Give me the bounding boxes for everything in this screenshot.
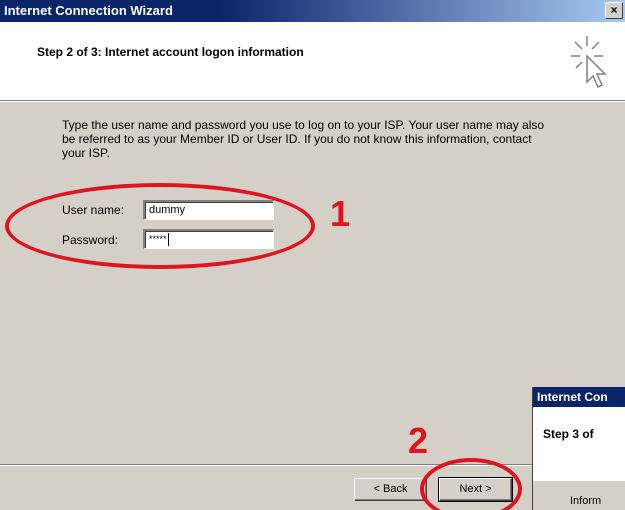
annotation-circle-fields (5, 183, 315, 269)
preview-step-title: Step 3 of (543, 427, 594, 441)
wizard-window: Internet Connection Wizard × Step 2 of 3… (0, 0, 625, 510)
wizard-header: Step 2 of 3: Internet account logon info… (0, 22, 625, 102)
annotation-number-1: 1 (330, 193, 351, 234)
window-title: Internet Connection Wizard (4, 3, 173, 18)
preview-window-title: Internet Con (533, 387, 625, 407)
instructions-text: Type the user name and password you use … (62, 118, 545, 160)
preview-info-text: Inform (570, 495, 602, 507)
close-button[interactable]: × (605, 2, 623, 19)
preview-header: Step 3 of (533, 407, 625, 481)
next-step-window-preview: Internet Con Step 3 of Inform (532, 387, 625, 510)
back-button[interactable]: < Back (354, 478, 427, 501)
step-title: Step 2 of 3: Internet account logon info… (37, 45, 304, 59)
close-icon: × (610, 3, 618, 17)
title-bar[interactable]: Internet Connection Wizard × (0, 0, 625, 22)
wizard-cursor-icon (571, 36, 607, 89)
annotation-number-2: 2 (408, 420, 429, 461)
